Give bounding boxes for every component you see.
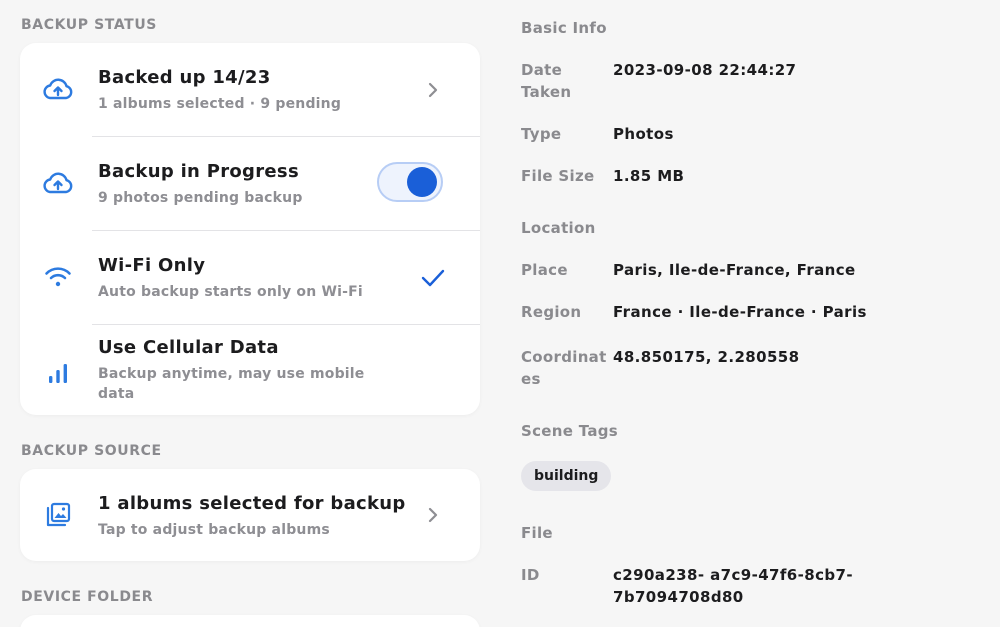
toggle-knob xyxy=(407,167,437,197)
backup-toggle[interactable] xyxy=(377,162,443,202)
photo-settings-screen: BACKUP STATUS Backed up 14/23 1 albums s… xyxy=(0,0,1000,627)
id-value: c290a238- a7c9-47f6-8cb7-7b7094708d80 xyxy=(613,566,853,606)
backup-source-header: BACKUP SOURCE xyxy=(21,443,162,459)
backed-up-title: Backed up 14/23 xyxy=(98,67,271,88)
checkmark-icon xyxy=(421,269,445,287)
chevron-right-icon[interactable] xyxy=(426,81,440,99)
backup-progress-subtitle: 9 photos pending backup xyxy=(98,190,303,206)
wifi-only-row[interactable]: Wi-Fi Only Auto backup starts only on Wi… xyxy=(20,231,480,325)
file-size-label: File Size xyxy=(521,167,595,185)
type-value: Photos xyxy=(613,125,674,143)
device-folder-header: DEVICE FOLDER xyxy=(21,589,154,605)
backup-source-card: 1 albums selected for backup Tap to adju… xyxy=(20,469,480,561)
backup-progress-title: Backup in Progress xyxy=(98,161,299,182)
date-taken-value: 2023-09-08 22:44:27 xyxy=(613,61,797,79)
backup-status-header: BACKUP STATUS xyxy=(21,17,157,33)
coordinates-value: 48.850175, 2.280558 xyxy=(613,348,800,366)
backup-albums-title: 1 albums selected for backup xyxy=(98,493,406,514)
type-label: Type xyxy=(521,125,562,143)
backup-status-card: Backed up 14/23 1 albums selected · 9 pe… xyxy=(20,43,480,415)
wifi-only-title: Wi-Fi Only xyxy=(98,255,206,276)
place-label: Place xyxy=(521,261,568,279)
cellular-data-title: Use Cellular Data xyxy=(98,337,279,358)
cloud-upload-icon xyxy=(42,168,74,200)
backup-settings-panel: BACKUP STATUS Backed up 14/23 1 albums s… xyxy=(0,0,500,627)
photo-details-panel: Basic Info Date Taken 2023-09-08 22:44:2… xyxy=(500,0,1000,627)
cellular-data-subtitle: Backup anytime, may use mobile data xyxy=(98,366,365,402)
cloud-upload-icon xyxy=(42,74,74,106)
scene-tag-building[interactable]: building xyxy=(521,461,612,491)
cellular-data-row[interactable]: Use Cellular Data Backup anytime, may us… xyxy=(20,325,480,419)
scene-tags-title: Scene Tags xyxy=(521,422,619,440)
coordinates-label: Coordinat es xyxy=(521,348,607,388)
device-folder-card xyxy=(20,615,480,627)
file-title: File xyxy=(521,524,553,542)
id-label: ID xyxy=(521,566,540,584)
region-label: Region xyxy=(521,303,582,321)
chevron-right-icon[interactable] xyxy=(426,506,440,524)
photo-albums-icon xyxy=(42,499,74,531)
location-title: Location xyxy=(521,219,596,237)
backed-up-row[interactable]: Backed up 14/23 1 albums selected · 9 pe… xyxy=(20,43,480,137)
backed-up-subtitle: 1 albums selected · 9 pending xyxy=(98,96,342,112)
backup-albums-row[interactable]: 1 albums selected for backup Tap to adju… xyxy=(20,469,480,561)
file-size-value: 1.85 MB xyxy=(613,167,685,185)
basic-info-title: Basic Info xyxy=(521,19,607,37)
date-taken-label: Date Taken xyxy=(521,61,572,101)
signal-bars-icon xyxy=(42,357,74,389)
place-value: Paris, Ile-de-France, France xyxy=(613,261,856,279)
region-value: France · Ile-de-France · Paris xyxy=(613,303,867,321)
wifi-icon xyxy=(42,261,74,293)
wifi-only-subtitle: Auto backup starts only on Wi-Fi xyxy=(98,284,363,300)
backup-albums-subtitle: Tap to adjust backup albums xyxy=(98,522,330,538)
